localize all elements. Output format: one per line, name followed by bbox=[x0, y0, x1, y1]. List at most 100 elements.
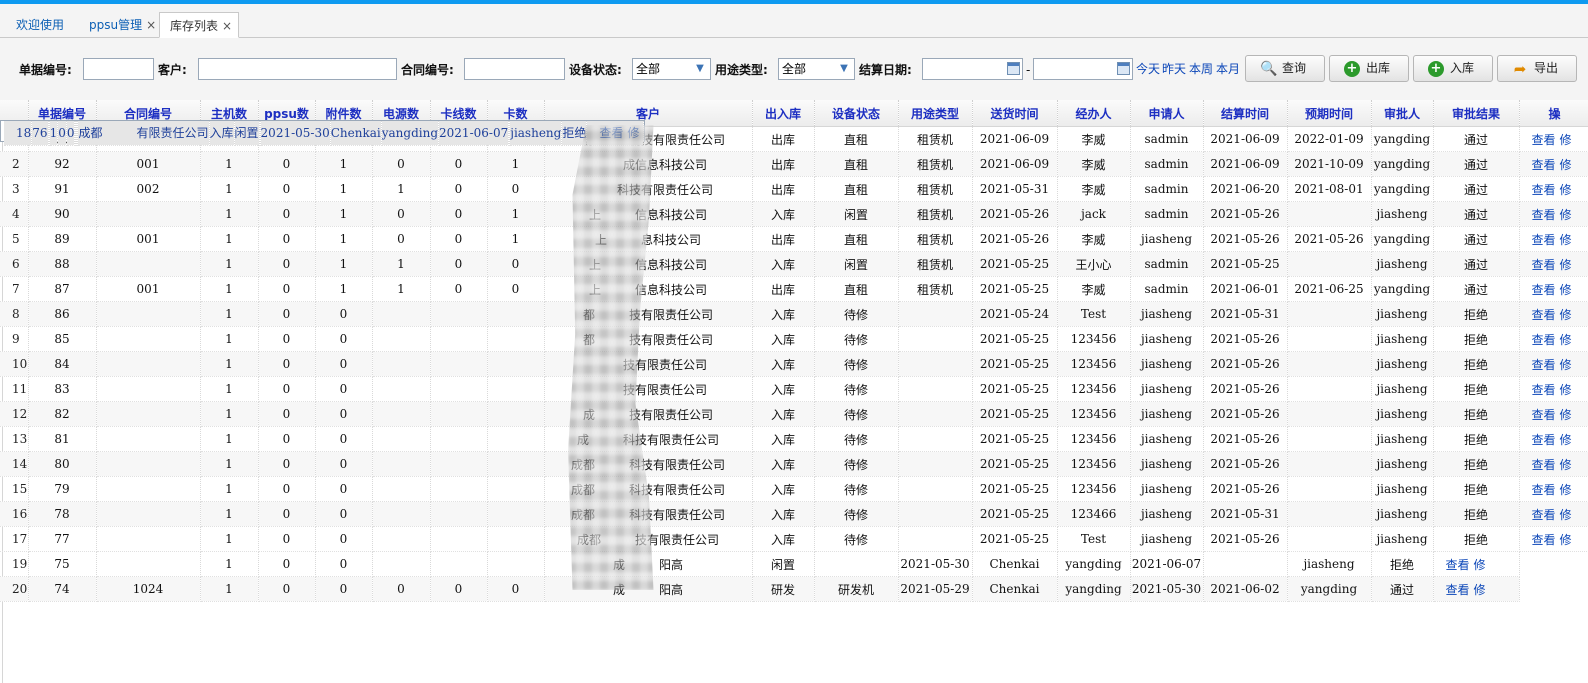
query-button[interactable]: 🔍 查询 bbox=[1245, 55, 1325, 82]
column-header[interactable]: 审批人 bbox=[1371, 100, 1434, 127]
edit-link[interactable]: 修 bbox=[1560, 533, 1572, 547]
column-header[interactable]: 操 bbox=[1519, 100, 1588, 127]
quick-date-this-week[interactable]: 本周 bbox=[1189, 60, 1213, 78]
table-row[interactable]: 20 74 1024 1 0 0 0 0 0 成阳高 研发 研发机 2021-05-29 Chenkai y… bbox=[0, 576, 1588, 602]
column-header[interactable]: 申请人 bbox=[1130, 100, 1204, 127]
customer-suffix: 技有限责任公司 bbox=[629, 407, 714, 422]
table-cell: 拒绝 bbox=[1433, 526, 1520, 552]
edit-link[interactable]: 修 bbox=[1560, 258, 1572, 272]
edit-link[interactable]: 修 bbox=[1560, 358, 1572, 372]
view-link[interactable]: 查看 bbox=[1532, 383, 1556, 397]
table-row[interactable]: 18 76 1 0 0 成都 有限责任公司 入库 闲置 2021-05-30 Chenkai yang… bbox=[0, 120, 646, 146]
quick-date-today[interactable]: 今天 bbox=[1136, 60, 1160, 78]
edit-link[interactable]: 修 bbox=[1560, 433, 1572, 447]
close-icon[interactable]: × bbox=[146, 18, 156, 32]
out-stock-button[interactable]: + 出库 bbox=[1329, 55, 1409, 82]
doc-no-input[interactable] bbox=[83, 58, 154, 80]
view-link[interactable]: 查看 bbox=[1446, 558, 1470, 572]
table-row[interactable]: 5 89 001 1 0 1 0 0 1 上息科技公司 出库 直租 租赁机 2021-05-26 李威 jia… bbox=[0, 226, 1588, 252]
export-button[interactable]: ➦ 导出 bbox=[1497, 55, 1577, 82]
table-cell: jiasheng bbox=[1371, 426, 1434, 452]
edit-link[interactable]: 修 bbox=[1560, 283, 1572, 297]
view-link[interactable]: 查看 bbox=[1532, 208, 1556, 222]
edit-link[interactable]: 修 bbox=[1560, 133, 1572, 147]
edit-link[interactable]: 修 bbox=[1560, 308, 1572, 322]
view-link[interactable]: 查看 bbox=[1532, 233, 1556, 247]
table-row[interactable]: 4 90 1 0 1 0 0 1 上信息科技公司 入库 闲置 租赁机 2021-05-26 jack sad… bbox=[0, 201, 1588, 227]
tab-stock-list[interactable]: 库存列表 × bbox=[159, 12, 240, 38]
table-row[interactable]: 15 79 1 0 0 成都 科技有限责任公司 入库 待修 2021-05-25 123456 jia… bbox=[0, 476, 1588, 502]
table-cell: 0 bbox=[258, 376, 316, 402]
edit-link[interactable]: 修 bbox=[1560, 233, 1572, 247]
calendar-icon[interactable] bbox=[1117, 62, 1130, 75]
table-row[interactable]: 2 92 001 1 0 1 0 0 1 成信息科技公司 出库 直租 租赁机 2021-06-09 李威 sa… bbox=[0, 151, 1588, 177]
table-row[interactable]: 19 75 1 0 0 成阳高 闲置 2021-05-30 Chenkai yangding 202… bbox=[0, 552, 1588, 577]
view-link[interactable]: 查看 bbox=[1532, 158, 1556, 172]
table-row[interactable]: 11 83 1 0 0 技有限责任公司 入库 待修 2021-05-25 123456 jiashe… bbox=[0, 376, 1588, 402]
usage-type-select[interactable]: 全部 ▼ bbox=[778, 58, 855, 80]
column-header[interactable]: 结算时间 bbox=[1203, 100, 1288, 127]
view-link[interactable]: 查看 bbox=[599, 126, 623, 140]
view-link[interactable]: 查看 bbox=[1532, 183, 1556, 197]
table-row[interactable]: 6 88 1 0 1 1 0 0 上信息科技公司 入库 闲置 租赁机 2021-05-25 王小心 sadm… bbox=[0, 251, 1588, 277]
view-link[interactable]: 查看 bbox=[1532, 458, 1556, 472]
column-header[interactable]: 预期时间 bbox=[1287, 100, 1372, 127]
table-row[interactable]: 10 84 1 0 0 技有限责任公司 入库 待修 2021-05-25 123456 jiashe… bbox=[0, 351, 1588, 377]
view-link[interactable]: 查看 bbox=[1532, 483, 1556, 497]
column-header[interactable]: 送货时间 bbox=[972, 100, 1058, 127]
table-row[interactable]: 13 81 1 0 0 成科技有限责任公司 入库 待修 2021-05-25 123456 jias… bbox=[0, 426, 1588, 452]
column-header[interactable]: 经办人 bbox=[1057, 100, 1131, 127]
view-link[interactable]: 查看 bbox=[1446, 583, 1470, 597]
settle-date-end-input[interactable] bbox=[1033, 58, 1133, 80]
table-row[interactable]: 16 78 1 0 0 成都 科技有限责任公司 入库 待修 2021-05-25 123466 jia… bbox=[0, 501, 1588, 527]
view-link[interactable]: 查看 bbox=[1532, 283, 1556, 297]
edit-link[interactable]: 修 bbox=[1560, 333, 1572, 347]
edit-link[interactable]: 修 bbox=[1560, 408, 1572, 422]
device-status-select[interactable]: 全部 ▼ bbox=[632, 58, 711, 80]
view-link[interactable]: 查看 bbox=[1532, 258, 1556, 272]
edit-link[interactable]: 修 bbox=[1560, 183, 1572, 197]
edit-link[interactable]: 修 bbox=[1474, 558, 1486, 572]
edit-link[interactable]: 修 bbox=[1560, 158, 1572, 172]
column-header[interactable]: 出入库 bbox=[752, 100, 815, 127]
contract-input[interactable] bbox=[464, 58, 565, 80]
edit-link[interactable]: 修 bbox=[1560, 508, 1572, 522]
view-link[interactable]: 查看 bbox=[1532, 308, 1556, 322]
edit-link[interactable]: 修 bbox=[1560, 483, 1572, 497]
edit-link[interactable]: 修 bbox=[1474, 583, 1486, 597]
view-link[interactable]: 查看 bbox=[1532, 433, 1556, 447]
column-header[interactable]: 设备状态 bbox=[814, 100, 899, 127]
quick-date-yesterday[interactable]: 昨天 bbox=[1162, 60, 1186, 78]
column-header[interactable]: 审批结果 bbox=[1433, 100, 1520, 127]
table-row[interactable]: 8 86 1 0 0 都技有限责任公司 入库 待修 2021-05-24 Test jiasheng… bbox=[0, 301, 1588, 327]
edit-link[interactable]: 修 bbox=[627, 126, 639, 140]
settle-date-start-input[interactable] bbox=[922, 58, 1023, 80]
table-row[interactable]: 3 91 002 1 0 1 1 0 0 科技有限责任公司 出库 直租 租赁机 2021-05-31 李威 s… bbox=[0, 176, 1588, 202]
view-link[interactable]: 查看 bbox=[1532, 133, 1556, 147]
table-row[interactable]: 7 87 001 1 0 1 1 0 0 上信息科技公司 出库 直租 租赁机 2021-05-25 李威 sa… bbox=[0, 276, 1588, 302]
table-row[interactable]: 17 77 1 0 0 成都 技有限责任公司 入库 待修 2021-05-25 Test jiashe… bbox=[0, 526, 1588, 552]
tab-welcome[interactable]: 欢迎使用 bbox=[16, 12, 64, 38]
view-link[interactable]: 查看 bbox=[1532, 333, 1556, 347]
row-number: 19 bbox=[0, 552, 29, 577]
view-link[interactable]: 查看 bbox=[1532, 358, 1556, 372]
quick-date-this-month[interactable]: 本月 bbox=[1216, 60, 1240, 78]
column-header[interactable]: 用途类型 bbox=[898, 100, 973, 127]
table-row[interactable]: 12 82 1 0 0 成技有限责任公司 入库 待修 2021-05-25 123456 jiash… bbox=[0, 401, 1588, 427]
table-cell: 2021-05-26 bbox=[1203, 426, 1288, 452]
edit-link[interactable]: 修 bbox=[1560, 458, 1572, 472]
edit-link[interactable]: 修 bbox=[1560, 383, 1572, 397]
table-cell: 1 bbox=[200, 351, 259, 377]
edit-link[interactable]: 修 bbox=[1560, 208, 1572, 222]
table-row[interactable]: 14 80 1 0 0 成都 科技有限责任公司 入库 待修 2021-05-25 123456 jia… bbox=[0, 451, 1588, 477]
view-link[interactable]: 查看 bbox=[1532, 508, 1556, 522]
close-icon[interactable]: × bbox=[222, 19, 232, 33]
table-row[interactable]: 9 85 1 0 0 都技有限责任公司 入库 待修 2021-05-25 123456 jiashe… bbox=[0, 326, 1588, 352]
in-stock-button[interactable]: + 入库 bbox=[1413, 55, 1493, 82]
tab-ppsu[interactable]: ppsu管理 × bbox=[89, 12, 156, 38]
customer-input[interactable] bbox=[198, 58, 397, 80]
view-link[interactable]: 查看 bbox=[1532, 408, 1556, 422]
view-link[interactable]: 查看 bbox=[1532, 533, 1556, 547]
calendar-icon[interactable] bbox=[1007, 62, 1020, 75]
row-actions: 查看修 bbox=[1519, 226, 1588, 252]
